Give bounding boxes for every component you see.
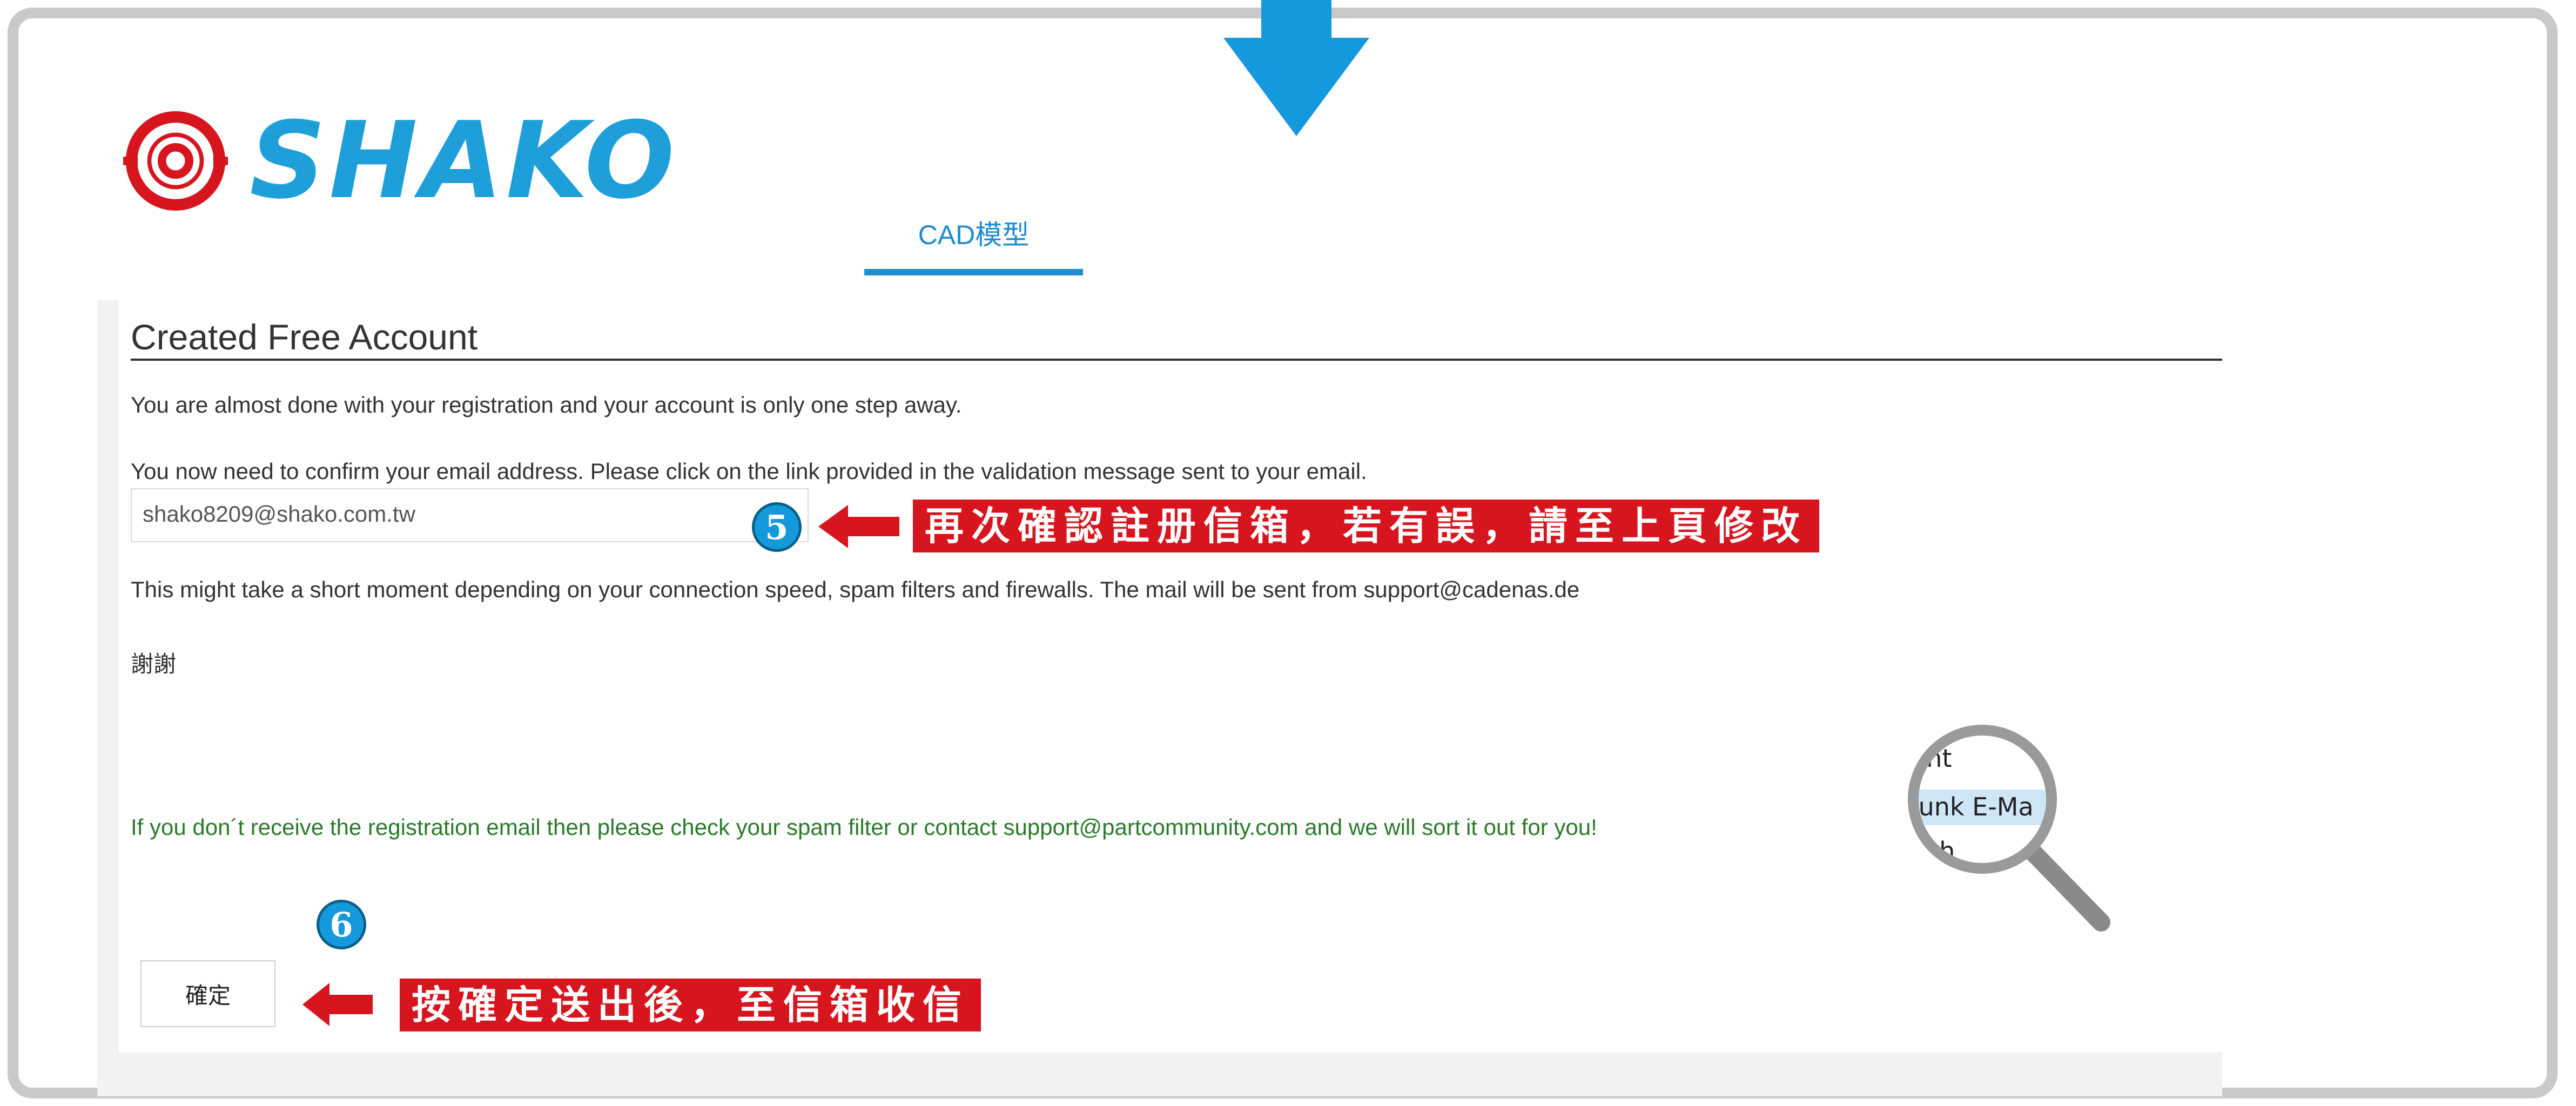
step5-callout: 再次確認註册信箱，若有誤，請至上頁修改 (913, 500, 1820, 552)
confirm-button[interactable]: 確定 (140, 960, 275, 1027)
magnifier-line-junk: Junk E-Ma (1909, 792, 2034, 821)
page-title: Created Free Account (131, 317, 478, 357)
tab-cad-model[interactable]: CAD模型 (864, 216, 1083, 275)
title-divider (131, 359, 2222, 361)
red-arrow-icon (818, 505, 899, 548)
magnifier-icon: ent Junk E-Ma ash (1908, 725, 2110, 932)
logo-mark-icon (123, 111, 228, 211)
thanks-text: 謝謝 (131, 651, 177, 677)
step5-badge: 5 (752, 502, 802, 552)
registration-panel: Created Free Account You are almost done… (119, 300, 2222, 1053)
delivery-info-text: This might take a short moment depending… (131, 577, 1580, 602)
brand-name: SHAKO (250, 99, 678, 222)
red-arrow-icon (302, 983, 373, 1026)
step6-badge: 6 (317, 900, 366, 949)
confirm-email-text: You now need to confirm your email addre… (131, 458, 1367, 484)
spam-note-text: If you don´t receive the registration em… (131, 814, 1597, 840)
down-arrow-icon (1223, 0, 1369, 136)
main-content: Created Free Account You are almost done… (97, 300, 2222, 1096)
intro-text: You are almost done with your registrati… (131, 392, 962, 417)
email-field[interactable]: shako8209@shako.com.tw (131, 488, 809, 542)
step6-callout: 按確定送出後，至信箱收信 (400, 979, 981, 1031)
shako-logo: SHAKO (123, 108, 678, 214)
